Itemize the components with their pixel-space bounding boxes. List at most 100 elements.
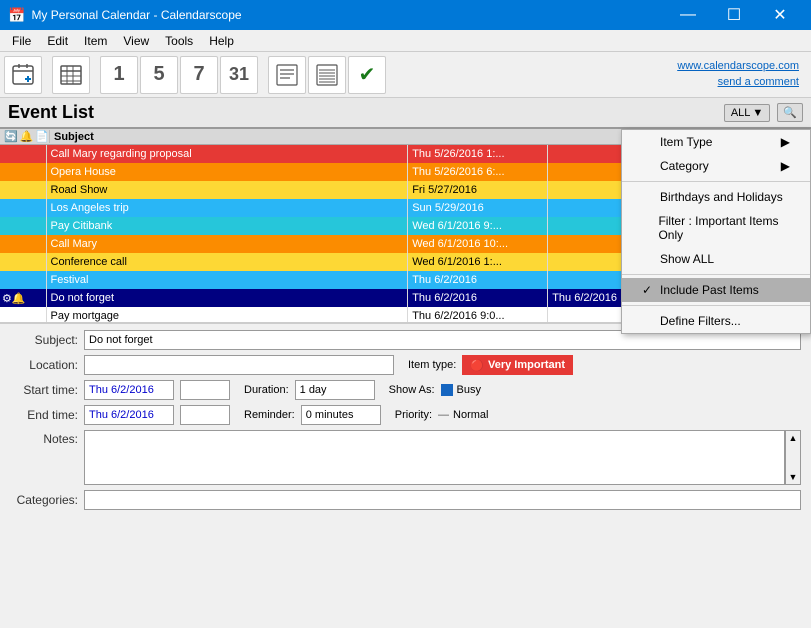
filter-dropdown-menu: Item Type ▶ Category ▶ Birthdays and Hol… [621,129,811,334]
details-panel: Subject: Location: Item type: 🔴 Very Imp… [0,323,811,628]
window-controls: — ☐ ✕ [665,0,803,30]
item-type-button[interactable]: 🔴 Very Important [462,355,573,375]
filter-label: ALL [731,107,751,119]
notes-scroll-up[interactable]: ▲ [786,431,800,443]
row-icons [0,271,46,289]
menu-item[interactable]: Item [76,32,115,50]
agenda-view-button[interactable] [268,56,306,94]
row-subject: Pay Citibank [46,217,408,235]
refresh-icon[interactable]: 🔄 [4,130,18,143]
submenu-arrow-icon: ▶ [781,135,790,149]
show-as-label: Show As: [389,384,435,396]
check-mark-icon: ✓ [642,283,656,297]
row-next-occurrence: Thu 6/2/2016 [408,271,548,289]
menu-file[interactable]: File [4,32,39,50]
priority-value: — Normal [438,409,488,421]
item-type-label: Item Type [660,135,712,149]
page-title: Event List [8,102,724,123]
tasks-view-button[interactable]: ✔ [348,56,386,94]
search-button[interactable]: 🔍 [777,103,803,122]
close-button[interactable]: ✕ [757,0,803,30]
month31-view-button[interactable]: 31 [220,56,258,94]
dropdown-arrow-icon: ▼ [752,107,763,119]
menu-help[interactable]: Help [201,32,242,50]
maximize-button[interactable]: ☐ [711,0,757,30]
location-row: Location: Item type: 🔴 Very Important [10,355,801,375]
row-icons: ⚙🔔 [0,289,46,307]
note-icon: 📄 [35,130,49,143]
birthdays-label: Birthdays and Holidays [660,190,783,204]
row-next-occurrence: Thu 6/2/2016 [408,289,548,307]
reminder-input[interactable] [301,405,381,425]
menu-bar: File Edit Item View Tools Help [0,30,811,52]
row-subject: Call Mary regarding proposal [46,145,408,163]
day-view-button[interactable]: 1 [100,56,138,94]
menu-view[interactable]: View [115,32,157,50]
minimize-button[interactable]: — [665,0,711,30]
dropdown-important[interactable]: Filter : Important Items Only [622,209,810,247]
notes-input[interactable] [84,430,785,485]
row-icons [0,217,46,235]
categories-row: Categories: [10,490,801,510]
website-link[interactable]: www.calendarscope.com [677,59,799,74]
end-time-row: End time: Reminder: Priority: — Normal [10,405,801,425]
item-type-label-text: Item type: [408,359,456,371]
dropdown-define-filters[interactable]: Define Filters... [622,309,810,333]
menu-tools[interactable]: Tools [157,32,201,50]
calendar-view-button[interactable] [52,56,90,94]
header-icons-col: 🔄 🔔 📄 [4,130,50,143]
comment-link[interactable]: send a comment [677,75,799,90]
list-view-button[interactable] [308,56,346,94]
dropdown-category[interactable]: Category ▶ [622,154,810,178]
toolbar: 1 5 7 31 ✔ www.calendarscope.com send a … [0,52,811,98]
include-past-label: Include Past Items [660,283,759,297]
end-time-input[interactable] [180,405,230,425]
main-content: Event List ALL ▼ 🔍 🔄 🔔 📄 Subject Next Oc… [0,98,811,628]
app-icon: 📅 [8,7,25,24]
new-event-button[interactable] [4,56,42,94]
dropdown-include-past[interactable]: ✓ Include Past Items [622,278,810,302]
priority-dash-icon: — [438,409,449,421]
event-list-container: 🔄 🔔 📄 Subject Next Occurrence Call Mary … [0,129,811,323]
dropdown-sep-2 [622,274,810,275]
start-time-input[interactable] [180,380,230,400]
location-input[interactable] [84,355,394,375]
start-date-input[interactable] [84,380,174,400]
notes-label: Notes: [10,432,78,446]
end-date-input[interactable] [84,405,174,425]
end-time-label: End time: [10,408,78,422]
row-subject: Pay mortgage [46,307,408,323]
filter-all-button[interactable]: ALL ▼ [724,104,770,122]
dropdown-show-all[interactable]: Show ALL [622,247,810,271]
subject-column-header[interactable]: Subject [54,131,643,143]
row-subject: Call Mary [46,235,408,253]
categories-input[interactable] [84,490,801,510]
section-header: Event List ALL ▼ 🔍 [0,98,811,129]
submenu-arrow2-icon: ▶ [781,159,790,173]
row-next-occurrence: Sun 5/29/2016 [408,199,548,217]
row-subject: Do not forget [46,289,408,307]
row-subject: Festival [46,271,408,289]
duration-input[interactable] [295,380,375,400]
row-subject: Opera House [46,163,408,181]
row-subject: Road Show [46,181,408,199]
menu-edit[interactable]: Edit [39,32,76,50]
dropdown-item-type[interactable]: Item Type ▶ [622,130,810,154]
show-all-label: Show ALL [660,252,714,266]
row-icons [0,199,46,217]
row-icons [0,163,46,181]
notes-scroll-down[interactable]: ▼ [786,472,800,484]
row-next-occurrence: Fri 5/27/2016 [408,181,548,199]
month7-view-button[interactable]: 7 [180,56,218,94]
row-icons [0,307,46,323]
row-icons [0,181,46,199]
row-subject: Conference call [46,253,408,271]
categories-label: Categories: [10,493,78,507]
week-view-button[interactable]: 5 [140,56,178,94]
start-time-row: Start time: Duration: Show As: Busy [10,380,801,400]
toolbar-links: www.calendarscope.com send a comment [677,59,807,90]
location-label: Location: [10,358,78,372]
dropdown-birthdays[interactable]: Birthdays and Holidays [622,185,810,209]
duration-label: Duration: [244,384,289,396]
show-as-text: Busy [457,384,481,396]
